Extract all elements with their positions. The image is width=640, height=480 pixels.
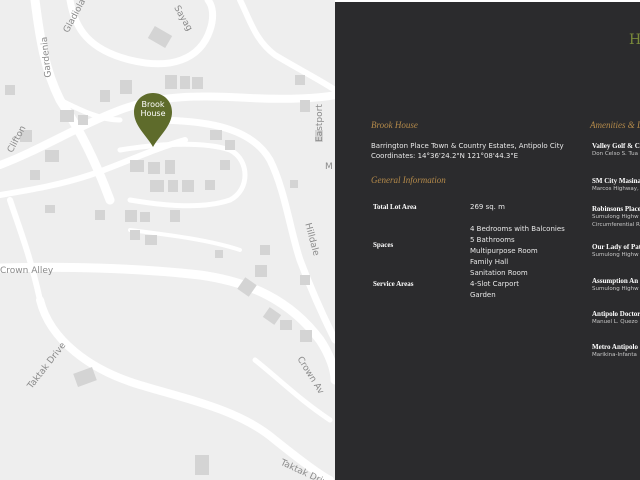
amenity-name: Robinsons Place — [592, 205, 640, 213]
property-info-panel: H Brook House Barrington Place Town & Co… — [335, 2, 640, 480]
road-label-m: M — [325, 162, 333, 172]
map-pin-label-line1: Brook — [141, 100, 165, 109]
spaces-item: 5 Bathrooms — [470, 236, 515, 244]
amenity-address: Sumulong Highw — [592, 252, 639, 258]
brand-logo-glyph: H — [629, 32, 640, 48]
amenity-item: Robinsons Place Sumulong Highw Circumfer… — [592, 205, 640, 229]
amenity-address: Marikina-Infanta — [592, 352, 637, 358]
service-area-item: Sanitation Room — [470, 269, 528, 277]
map-pin-label: Brook House — [133, 100, 173, 118]
spaces-item: Family Hall — [470, 258, 509, 266]
amenity-name: Metro Antipolo — [592, 343, 638, 351]
service-areas-list: Sanitation Room 4-Slot Carport Garden — [470, 268, 528, 301]
amenity-address-line2: Circumferential R — [592, 222, 640, 228]
spaces-list: 4 Bedrooms with Balconies 5 Bathrooms Mu… — [470, 224, 565, 268]
brook-house-map-pin[interactable]: Brook House — [133, 92, 173, 148]
spaces-item: 4 Bedrooms with Balconies — [470, 225, 565, 233]
amenity-address: Manuel L. Quezo — [592, 319, 638, 325]
amenity-name: Antipolo Doctor — [592, 310, 640, 318]
total-lot-area-value: 269 sq. m — [470, 203, 505, 211]
amenity-item: SM City Masina Marcos Highway, — [592, 177, 640, 193]
amenity-address: Don Celso S. Tua — [592, 151, 638, 157]
general-information-heading: General Information — [371, 175, 446, 185]
amenity-name: Our Lady of Pat — [592, 243, 640, 251]
amenity-item: Antipolo Doctor Manuel L. Quezo — [592, 310, 640, 326]
amenity-address: Sumulong Highw — [592, 286, 639, 292]
amenity-item: Valley Golf & Co Don Celso S. Tua — [592, 142, 640, 158]
property-address: Barrington Place Town & Country Estates,… — [371, 142, 564, 150]
amenity-item: Assumption An Sumulong Highw — [592, 277, 640, 293]
total-lot-area-label: Total Lot Area — [373, 203, 417, 211]
property-coordinates: Coordinates: 14°36'24.2"N 121°08'44.3"E — [371, 152, 519, 160]
amenity-name: Valley Golf & Co — [592, 142, 640, 150]
spaces-item: Multipurpose Room — [470, 247, 538, 255]
amenity-item: Our Lady of Pat Sumulong Highw — [592, 243, 640, 259]
amenity-name: SM City Masina — [592, 177, 640, 185]
service-areas-label: Service Areas — [373, 280, 414, 288]
road-label-crown-alley: Crown Alley — [0, 266, 54, 276]
amenity-address: Marcos Highway, — [592, 186, 639, 192]
map-pin-label-line2: House — [140, 109, 166, 118]
spaces-label: Spaces — [373, 241, 394, 249]
amenity-item: Metro Antipolo Marikina-Infanta — [592, 343, 640, 359]
road-label-eastport: Eastport — [315, 104, 325, 142]
brook-house-heading: Brook House — [371, 120, 418, 130]
amenity-name: Assumption An — [592, 277, 639, 285]
service-area-item: Garden — [470, 291, 496, 299]
amenity-address: Sumulong Highw — [592, 214, 639, 220]
map-panel[interactable]: Gladiola Gardenia Clifton Eastport Hilld… — [0, 0, 335, 480]
amenities-heading: Amenities & D — [590, 120, 640, 130]
service-area-item: 4-Slot Carport — [470, 280, 520, 288]
